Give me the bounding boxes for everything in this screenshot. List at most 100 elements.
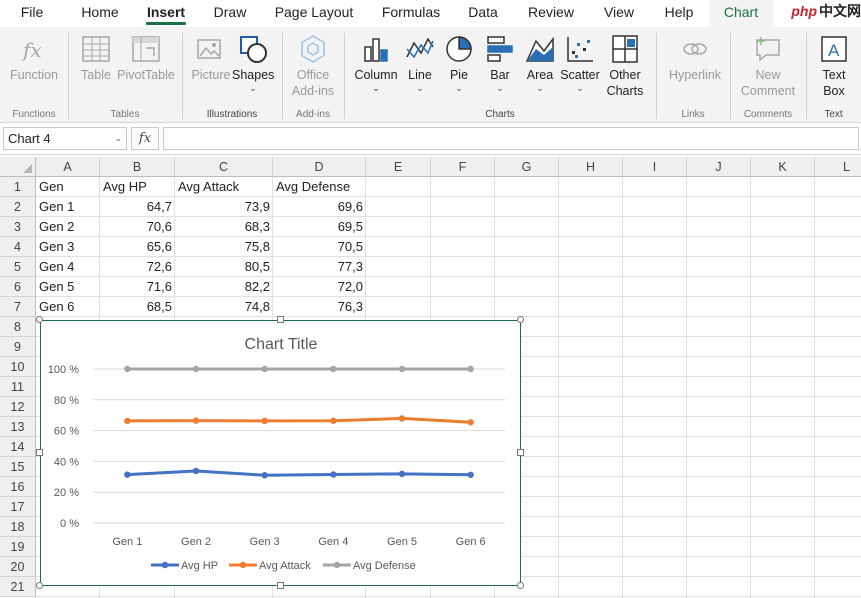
row-header-11[interactable]: 11 [0,377,36,397]
pivottable-button[interactable]: PivotTable [117,31,175,83]
row-header-19[interactable]: 19 [0,537,36,557]
row-header-21[interactable]: 21 [0,577,36,597]
row-header-15[interactable]: 15 [0,457,36,477]
data-cell[interactable]: 75,8 [175,237,273,257]
row-header-2[interactable]: 2 [0,197,36,217]
row-header-14[interactable]: 14 [0,437,36,457]
data-cell[interactable]: 82,2 [175,277,273,297]
resize-handle[interactable] [36,449,43,456]
row-header-10[interactable]: 10 [0,357,36,377]
tab-draw[interactable]: Draw [208,0,252,27]
column-header-b[interactable]: B [100,157,175,177]
row-header-6[interactable]: 6 [0,277,36,297]
bar-chart-button[interactable]: Bar ⌄ [481,31,519,93]
table-button[interactable]: Table [78,31,114,83]
function-button[interactable]: fx Function [6,31,62,83]
text-box-button[interactable]: A Text Box [813,31,855,99]
header-cell[interactable]: Gen [36,177,100,197]
column-header-g[interactable]: G [495,157,559,177]
column-header-a[interactable]: A [36,157,100,177]
pie-chart-button[interactable]: Pie ⌄ [440,31,478,93]
column-header-e[interactable]: E [366,157,431,177]
column-header-f[interactable]: F [431,157,495,177]
column-header-h[interactable]: H [559,157,623,177]
row-header-13[interactable]: 13 [0,417,36,437]
column-header-i[interactable]: I [623,157,687,177]
row-header-9[interactable]: 9 [0,337,36,357]
data-cell[interactable]: 69,5 [273,217,366,237]
name-box[interactable]: Chart 4 ⌄ [3,127,127,150]
row-header-5[interactable]: 5 [0,257,36,277]
area-chart-button[interactable]: Area ⌄ [521,31,559,93]
row-header-18[interactable]: 18 [0,517,36,537]
office-addins-button[interactable]: Office Add-ins [288,31,338,99]
picture-button[interactable]: Picture [191,31,231,83]
hyperlink-button[interactable]: Hyperlink [664,31,726,83]
data-cell[interactable]: 70,5 [273,237,366,257]
tab-formulas[interactable]: Formulas [376,0,446,27]
tab-review[interactable]: Review [524,0,578,27]
header-cell[interactable]: Avg Attack [175,177,273,197]
tab-insert[interactable]: Insert [138,0,194,27]
data-cell[interactable]: 65,6 [100,237,175,257]
select-all-corner[interactable] [0,157,36,177]
data-cell[interactable]: 72,0 [273,277,366,297]
data-cell[interactable]: 74,8 [175,297,273,317]
row-header-20[interactable]: 20 [0,557,36,577]
resize-handle[interactable] [276,316,284,323]
tab-chart[interactable]: Chart [709,0,773,27]
header-cell[interactable]: Avg Defense [273,177,366,197]
formula-input[interactable] [163,127,859,150]
data-cell[interactable]: Gen 4 [36,257,100,277]
data-cell[interactable]: 77,3 [273,257,366,277]
row-header-12[interactable]: 12 [0,397,36,417]
column-chart-button[interactable]: Column ⌄ [352,31,400,93]
resize-handle[interactable] [517,316,524,323]
tab-help[interactable]: Help [658,0,700,27]
chart-title[interactable]: Chart Title [245,336,318,353]
tab-file[interactable]: File [10,0,54,27]
row-header-17[interactable]: 17 [0,497,36,517]
row-header-3[interactable]: 3 [0,217,36,237]
resize-handle[interactable] [276,582,284,589]
data-cell[interactable]: 76,3 [273,297,366,317]
column-header-d[interactable]: D [273,157,366,177]
data-cell[interactable]: 72,6 [100,257,175,277]
data-cell[interactable]: 80,5 [175,257,273,277]
data-cell[interactable]: 64,7 [100,197,175,217]
data-cell[interactable]: 69,6 [273,197,366,217]
data-cell[interactable]: Gen 6 [36,297,100,317]
data-cell[interactable]: Gen 2 [36,217,100,237]
tab-page-layout[interactable]: Page Layout [268,0,360,27]
row-header-1[interactable]: 1 [0,177,36,197]
shapes-button[interactable]: Shapes ⌄ [232,31,274,93]
data-cell[interactable]: 73,9 [175,197,273,217]
column-header-l[interactable]: L [815,157,861,177]
resize-handle[interactable] [36,316,43,323]
tab-home[interactable]: Home [74,0,126,27]
insert-function-button[interactable]: fx [131,127,159,150]
resize-handle[interactable] [517,582,524,589]
resize-handle[interactable] [36,582,43,589]
new-comment-button[interactable]: New Comment [737,31,799,99]
other-charts-button[interactable]: Other Charts [602,31,648,99]
row-header-4[interactable]: 4 [0,237,36,257]
data-cell[interactable]: 71,6 [100,277,175,297]
resize-handle[interactable] [517,449,524,456]
row-header-7[interactable]: 7 [0,297,36,317]
column-header-c[interactable]: C [175,157,273,177]
data-cell[interactable]: 70,6 [100,217,175,237]
row-header-8[interactable]: 8 [0,317,36,337]
column-header-j[interactable]: J [687,157,751,177]
tab-view[interactable]: View [598,0,640,27]
chart-legend[interactable]: Avg HP Avg Attack Avg Defense [151,560,416,572]
data-cell[interactable]: Gen 5 [36,277,100,297]
row-header-16[interactable]: 16 [0,477,36,497]
worksheet-grid[interactable]: ABCDEFGHIJKL 1 2 3 4 5 6 7 8 9 10 11 12 13 14 15 16 17 18… [0,157,861,598]
line-chart[interactable]: Chart Title 0 % 20 % 40 % 60 % 80 % 100 % Gen… [40,320,521,586]
data-cell[interactable]: Gen 3 [36,237,100,257]
column-header-k[interactable]: K [751,157,815,177]
line-chart-button[interactable]: Line ⌄ [401,31,439,93]
chevron-down-icon[interactable]: ⌄ [114,128,122,149]
header-cell[interactable]: Avg HP [100,177,175,197]
